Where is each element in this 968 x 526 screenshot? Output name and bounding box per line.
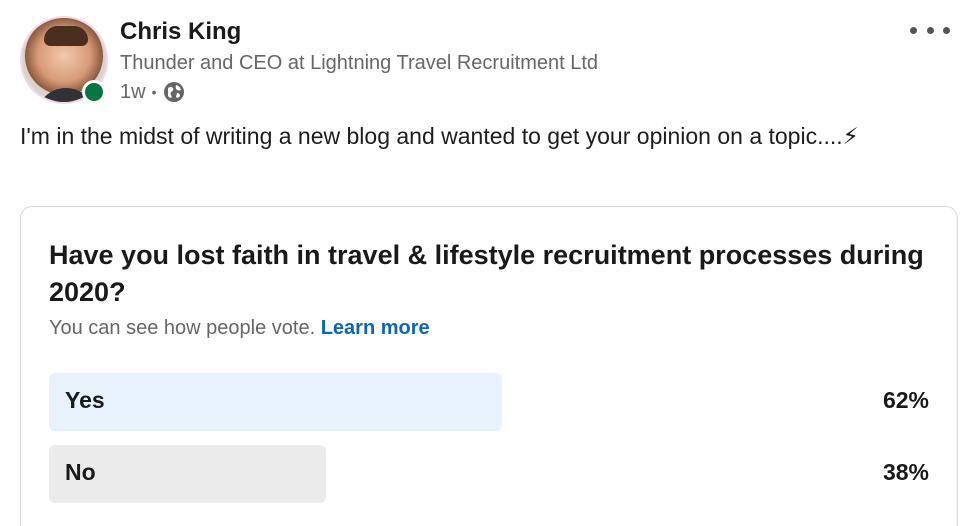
poll-note-text: You can see how people vote. — [49, 317, 316, 339]
poll-question: Have you lost faith in travel & lifestyl… — [49, 240, 924, 307]
poll-option-yes[interactable]: Yes 62% — [49, 373, 929, 431]
author-name[interactable]: Chris King — [120, 18, 241, 46]
poll-note: You can see how people vote. Learn more — [49, 317, 430, 340]
online-status-icon — [82, 80, 106, 104]
post-text: I'm in the midst of writing a new blog a… — [20, 123, 859, 149]
poll-option-label: Yes — [65, 387, 105, 413]
post-header: Chris King Thunder and CEO at Lightning … — [20, 14, 950, 110]
more-icon — [926, 26, 934, 34]
more-icon — [910, 26, 917, 34]
author-headline: Thunder and CEO at Lightning Travel Recr… — [120, 52, 599, 74]
learn-more-link[interactable]: Learn more — [321, 317, 430, 339]
poll-card: Have you lost faith in travel & lifestyl… — [20, 206, 958, 526]
post-meta: 1w • — [120, 80, 186, 104]
more-icon — [943, 26, 950, 34]
avatar-wrap[interactable] — [20, 16, 108, 104]
poll-option-label: No — [65, 459, 96, 485]
more-options-button[interactable] — [910, 18, 950, 42]
meta-separator: • — [151, 84, 157, 100]
poll-option-bar — [49, 373, 502, 431]
globe-icon — [164, 82, 185, 102]
poll-option-no[interactable]: No 38% — [49, 445, 929, 503]
poll-option-percent: 62% — [882, 387, 929, 413]
poll-option-percent: 38% — [882, 459, 929, 485]
post-time: 1w — [120, 80, 146, 103]
